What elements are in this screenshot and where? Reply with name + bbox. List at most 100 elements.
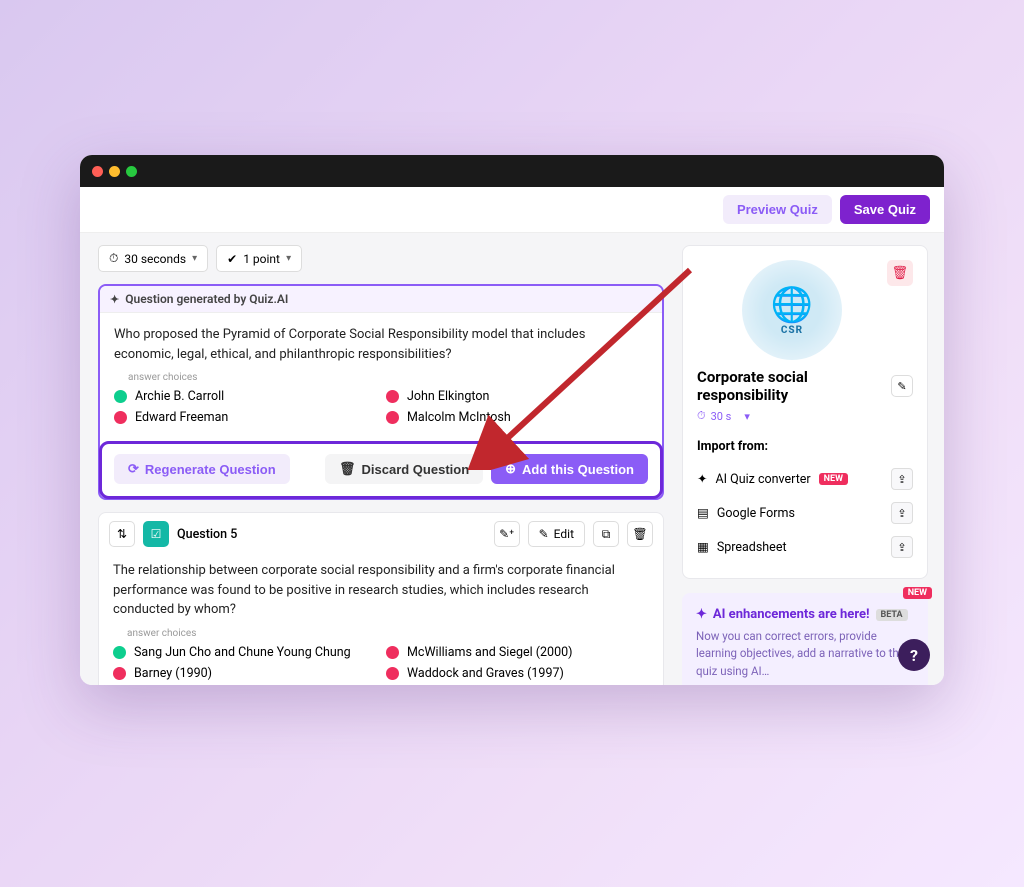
upload-button[interactable]: ⇪: [891, 468, 913, 490]
import-option[interactable]: ▦ Spreadsheet ⇪: [697, 530, 913, 564]
choice-text: John Elkington: [407, 389, 489, 404]
plus-circle-icon: ⊕: [505, 461, 516, 477]
answer-choice: Malcolm McIntosh: [386, 410, 648, 425]
default-time-dropdown[interactable]: ⏱ 30 s ▾: [697, 409, 750, 423]
answer-choice: Waddock and Graves (1997): [386, 666, 649, 681]
discard-question-button[interactable]: 🗑 Discard Question: [325, 454, 483, 484]
ai-enhance-title: AI enhancements are here!: [713, 607, 870, 622]
check-icon: ✔: [227, 252, 237, 266]
titlebar: [80, 155, 944, 187]
incorrect-dot-icon: [386, 411, 399, 424]
question-5-header: ⇅ ☑ Question 5 ✎⁺ ✎ Edit ⧉ 🗑: [99, 513, 663, 555]
incorrect-dot-icon: [386, 667, 399, 680]
ai-enhance-text: Now you can correct errors, provide lear…: [696, 628, 914, 680]
edit-question-button[interactable]: ✎ Edit: [528, 521, 585, 547]
choices-label: answer choices: [127, 628, 649, 639]
save-quiz-button[interactable]: Save Quiz: [840, 195, 930, 224]
quiz-cover-image[interactable]: 🌐 CSR: [742, 260, 842, 360]
import-label: Spreadsheet: [717, 540, 787, 555]
ai-question-text: Who proposed the Pyramid of Corporate So…: [114, 325, 648, 364]
pencil-icon: ✎: [539, 527, 549, 541]
new-badge: NEW: [903, 587, 932, 599]
add-question-button[interactable]: ⊕ Add this Question: [491, 454, 648, 484]
help-button[interactable]: ?: [898, 639, 930, 671]
preview-quiz-button[interactable]: Preview Quiz: [723, 195, 832, 224]
choice-text: Waddock and Graves (1997): [407, 666, 564, 681]
import-option[interactable]: ✦ AI Quiz converter NEW ⇪: [697, 462, 913, 496]
reorder-handle[interactable]: ⇅: [109, 521, 135, 547]
choice-text: Barney (1990): [134, 666, 212, 681]
csr-label: CSR: [771, 325, 813, 336]
correct-dot-icon: [114, 390, 127, 403]
quiz-title: Corporate social responsibility: [697, 368, 883, 404]
ai-choices-grid: Archie B. Carroll John Elkington Edward Fr…: [114, 389, 648, 425]
incorrect-dot-icon: [113, 667, 126, 680]
import-option[interactable]: ▤ Google Forms ⇪: [697, 496, 913, 530]
answer-choice: Sang Jun Cho and Chune Young Chung: [113, 645, 376, 660]
chevron-down-icon: ▾: [192, 253, 197, 264]
sparkle-icon: ✦: [696, 607, 707, 622]
incorrect-dot-icon: [114, 411, 127, 424]
choice-text: McWilliams and Siegel (2000): [407, 645, 572, 660]
import-icon: ▤: [697, 505, 709, 521]
close-dot-icon[interactable]: [92, 166, 103, 177]
delete-quiz-button[interactable]: 🗑: [887, 260, 913, 286]
edit-title-button[interactable]: ✎: [891, 375, 913, 397]
upload-button[interactable]: ⇪: [891, 536, 913, 558]
quiz-info-card: 🗑 🌐 CSR Corporate social responsibility …: [682, 245, 928, 579]
import-icon: ✦: [697, 471, 707, 487]
question-controls: ⏱ 30 seconds ▾ ✔ 1 point ▾: [98, 245, 664, 272]
import-icon: ▦: [697, 539, 709, 555]
content: ⏱ 30 seconds ▾ ✔ 1 point ▾ ✦ Question ge…: [80, 233, 944, 685]
sparkle-icon: ✦: [110, 293, 119, 306]
choice-text: Archie B. Carroll: [135, 389, 224, 404]
chevron-down-icon: ▾: [744, 410, 750, 423]
question-number-label: Question 5: [177, 527, 237, 542]
choice-text: Sang Jun Cho and Chune Young Chung: [134, 645, 351, 660]
new-badge: NEW: [819, 473, 848, 485]
beta-badge: BETA: [876, 609, 908, 621]
choice-text: Malcolm McIntosh: [407, 410, 511, 425]
choice-text: Edward Freeman: [135, 410, 228, 425]
answer-choice: John Elkington: [386, 389, 648, 404]
ai-card-header: ✦ Question generated by Quiz.AI: [100, 286, 662, 313]
left-column: ⏱ 30 seconds ▾ ✔ 1 point ▾ ✦ Question ge…: [80, 233, 678, 685]
answer-choice: Archie B. Carroll: [114, 389, 376, 404]
right-column: 🗑 🌐 CSR Corporate social responsibility …: [678, 233, 944, 685]
timer-icon: ⏱: [697, 409, 706, 423]
regenerate-question-button[interactable]: ⟳ Regenerate Question: [114, 454, 290, 484]
trash-icon: 🗑: [339, 461, 356, 477]
ai-enhancements-card: NEW ✦ AI enhancements are here! BETA Now…: [682, 593, 928, 685]
time-value: 30 seconds: [124, 252, 186, 266]
import-label: AI Quiz converter: [715, 472, 810, 487]
correct-dot-icon: [113, 646, 126, 659]
ai-actions-row: ⟳ Regenerate Question 🗑 Discard Question…: [99, 441, 663, 499]
refresh-icon: ⟳: [128, 461, 139, 477]
upload-button[interactable]: ⇪: [891, 502, 913, 524]
question-5-body: The relationship between corporate socia…: [99, 555, 663, 685]
choices-label: answer choices: [128, 372, 648, 383]
points-dropdown[interactable]: ✔ 1 point ▾: [216, 245, 302, 272]
answer-choice: McWilliams and Siegel (2000): [386, 645, 649, 660]
maximize-dot-icon[interactable]: [126, 166, 137, 177]
import-label: Google Forms: [717, 506, 795, 521]
incorrect-dot-icon: [386, 646, 399, 659]
minimize-dot-icon[interactable]: [109, 166, 120, 177]
question-type-icon[interactable]: ☑: [143, 521, 169, 547]
ai-question-card: ✦ Question generated by Quiz.AI Who prop…: [98, 284, 664, 500]
ai-header-text: Question generated by Quiz.AI: [125, 292, 288, 306]
incorrect-dot-icon: [386, 390, 399, 403]
magic-wand-button[interactable]: ✎⁺: [494, 521, 520, 547]
question-5-card: ⇅ ☑ Question 5 ✎⁺ ✎ Edit ⧉ 🗑 The relatio…: [98, 512, 664, 685]
import-list: ✦ AI Quiz converter NEW ⇪ ▤ Google Forms ⇪ ▦ Spr…: [697, 462, 913, 564]
topbar: Preview Quiz Save Quiz: [80, 187, 944, 233]
timer-icon: ⏱: [109, 251, 118, 266]
answer-choice: Edward Freeman: [114, 410, 376, 425]
duplicate-button[interactable]: ⧉: [593, 521, 619, 547]
app-window: Preview Quiz Save Quiz ⏱ 30 seconds ▾ ✔ …: [80, 155, 944, 685]
answer-choice: Barney (1990): [113, 666, 376, 681]
q5-choices-grid: Sang Jun Cho and Chune Young Chung McWill…: [113, 645, 649, 681]
question-5-text: The relationship between corporate socia…: [113, 561, 649, 620]
time-dropdown[interactable]: ⏱ 30 seconds ▾: [98, 245, 208, 272]
delete-question-button[interactable]: 🗑: [627, 521, 653, 547]
